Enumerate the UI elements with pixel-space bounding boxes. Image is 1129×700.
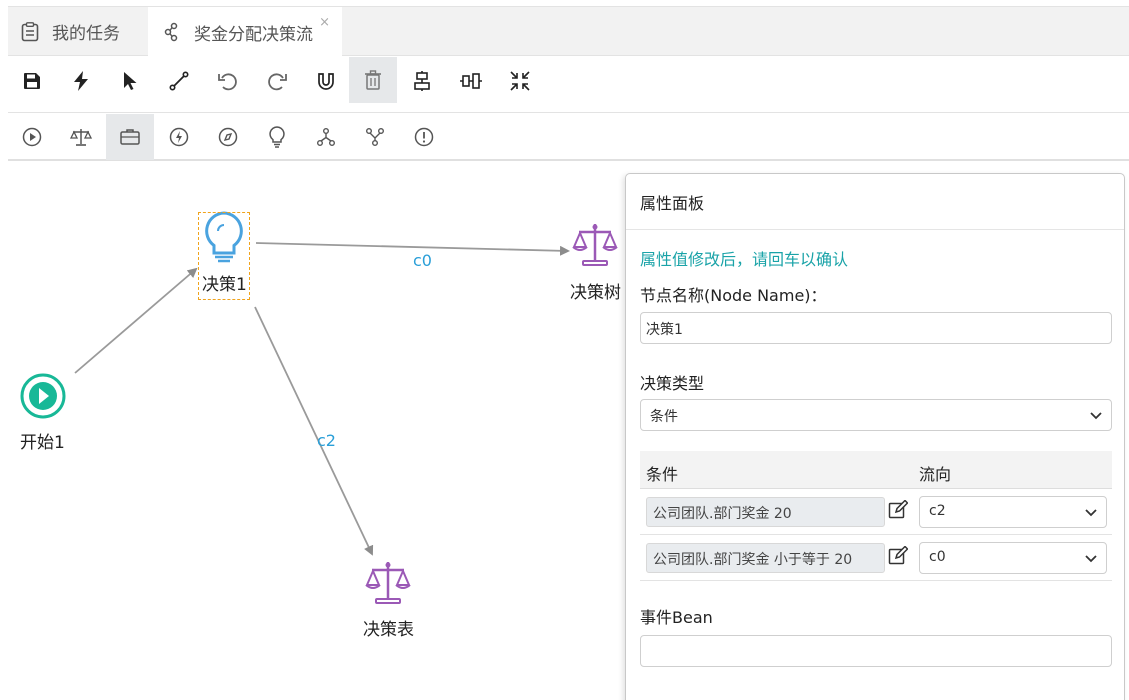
flow-value: c0 — [929, 549, 946, 565]
join-icon — [366, 128, 384, 146]
table-row: 公司团队.部门奖金 20 c2 — [640, 489, 1112, 535]
shrink-icon — [510, 71, 530, 91]
start-node-label[interactable]: 开始1 — [20, 428, 65, 453]
tab-close-icon[interactable]: × — [319, 15, 330, 30]
alert-circle-icon — [414, 127, 434, 147]
condition-table-header: 条件 流向 — [640, 451, 1112, 489]
script-tool[interactable] — [204, 114, 252, 160]
delete-button[interactable] — [349, 57, 397, 103]
fork-tool[interactable] — [302, 114, 350, 160]
event-bean-label: 事件Bean — [640, 608, 713, 627]
tab-my-tasks[interactable]: 我的任务 — [20, 7, 120, 56]
magnet-button[interactable] — [302, 59, 350, 103]
select-tool-button[interactable] — [106, 59, 154, 103]
join-tool[interactable] — [351, 114, 399, 160]
main-toolbar — [8, 57, 1129, 113]
table-row: 公司团队.部门奖金 小于等于 20 c0 — [640, 535, 1112, 581]
flow-select[interactable]: c2 — [919, 496, 1107, 528]
lightning-icon — [74, 71, 88, 91]
decision-tool[interactable] — [253, 114, 301, 160]
event-tool[interactable] — [155, 114, 203, 160]
event-bean-input[interactable] — [640, 635, 1112, 667]
condition-table: 条件 流向 公司团队.部门奖金 20 c2 公司团队.部门奖金 小于等于 20 … — [640, 451, 1112, 581]
align-horizontal-button[interactable] — [447, 59, 495, 103]
pointer-icon — [124, 72, 137, 90]
tab-label: 我的任务 — [52, 24, 120, 44]
node-name-input[interactable]: 决策1 — [640, 312, 1112, 344]
decision-node-label[interactable]: 决策1 — [202, 270, 247, 295]
bulb-icon — [269, 126, 285, 148]
node-toolbar — [8, 114, 1129, 161]
flow-icon — [162, 22, 182, 42]
decision-table-tool[interactable] — [57, 114, 105, 160]
save-button[interactable] — [8, 59, 56, 103]
table-node-label[interactable]: 决策表 — [363, 615, 414, 640]
lightning-circle-icon — [169, 127, 189, 147]
tab-bar: 我的任务 奖金分配决策流 × — [8, 6, 1129, 57]
scale-icon — [70, 129, 92, 146]
start-node-icon — [20, 373, 66, 419]
chevron-down-icon — [1090, 412, 1102, 420]
condition-header: 条件 — [646, 465, 679, 484]
connect-tool-button[interactable] — [155, 59, 203, 103]
panel-hint: 属性值修改后，请回车以确认 — [640, 250, 849, 269]
edge-start-decision — [74, 267, 198, 374]
scale-icon — [572, 224, 618, 266]
edge-label-c0[interactable]: c0 — [413, 251, 432, 270]
undo-button[interactable] — [204, 59, 252, 103]
flow-select[interactable]: c0 — [919, 542, 1107, 574]
chevron-down-icon — [1085, 555, 1097, 563]
decision-type-select[interactable]: 条件 — [640, 399, 1112, 431]
compass-icon — [218, 127, 238, 147]
play-circle-icon — [22, 127, 42, 147]
end-tool[interactable] — [400, 114, 448, 160]
edit-icon[interactable] — [888, 500, 908, 520]
decision-type-label: 决策类型 — [640, 374, 705, 393]
tab-bonus-flow[interactable]: 奖金分配决策流 × — [148, 7, 342, 57]
tab-label: 奖金分配决策流 — [194, 24, 313, 45]
task-list-icon — [20, 21, 40, 42]
start-node-tool[interactable] — [8, 114, 56, 160]
edge-c2 — [254, 306, 374, 556]
fork-icon — [317, 128, 335, 146]
tree-node-label[interactable]: 决策树 — [570, 278, 621, 303]
action-tool[interactable] — [106, 114, 154, 160]
property-panel: 属性面板 属性值修改后，请回车以确认 节点名称(Node Name)： 决策1 … — [625, 173, 1125, 700]
node-name-label: 节点名称(Node Name)： — [640, 286, 827, 305]
decision-type-value: 条件 — [650, 409, 678, 425]
panel-title: 属性面板 — [626, 174, 1124, 230]
edit-icon[interactable] — [888, 546, 908, 566]
run-button[interactable] — [57, 59, 105, 103]
align-vertical-icon — [414, 71, 430, 91]
save-icon — [24, 73, 40, 89]
condition-expression[interactable]: 公司团队.部门奖金 小于等于 20 — [646, 543, 885, 573]
trash-icon — [365, 70, 381, 90]
redo-icon — [268, 73, 287, 91]
undo-icon — [218, 73, 237, 91]
align-horizontal-icon — [460, 73, 482, 89]
magnet-icon — [318, 73, 334, 90]
line-icon — [169, 71, 189, 91]
align-vertical-button[interactable] — [398, 59, 446, 103]
redo-button[interactable] — [253, 59, 301, 103]
edge-label-c2[interactable]: c2 — [317, 431, 336, 450]
scale-icon — [365, 562, 411, 604]
flow-header: 流向 — [919, 465, 952, 484]
condition-expression[interactable]: 公司团队.部门奖金 20 — [646, 497, 885, 527]
chevron-down-icon — [1085, 509, 1097, 517]
flow-value: c2 — [929, 503, 946, 519]
edge-c0 — [255, 242, 570, 256]
briefcase-icon — [120, 129, 140, 145]
shrink-button[interactable] — [496, 59, 544, 103]
